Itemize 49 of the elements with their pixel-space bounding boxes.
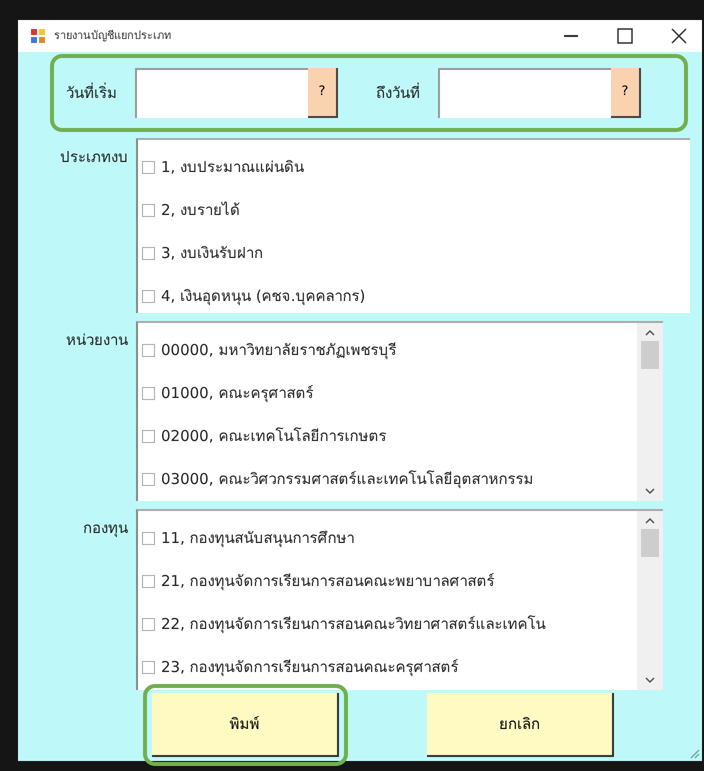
item-label: 1, งบประมาณแผ่นดิน [161, 157, 304, 178]
item-label: 00000, มหาวิทยาลัยราชภัฏเพชรบุรี [161, 340, 396, 362]
list-label: ประเภทงบ [59, 147, 129, 168]
checkbox[interactable] [142, 290, 155, 303]
list-label: หน่วยงาน [65, 330, 129, 351]
scroll-thumb[interactable] [641, 341, 659, 369]
checkbox[interactable] [142, 575, 155, 588]
date-field[interactable] [438, 68, 611, 118]
picker-button[interactable]: ? [611, 68, 641, 118]
scroll-thumb[interactable] [641, 529, 659, 557]
item-label: 21, กองทุนจัดการเรียนการสอนคณะพยาบาลศาสตร์ [161, 571, 495, 592]
item-label: 01000, คณะครุศาสตร์ [161, 383, 314, 404]
checkbox[interactable] [142, 161, 155, 174]
action-button[interactable]: ยกเลิก [427, 693, 614, 757]
checkbox[interactable] [142, 661, 155, 674]
checkbox[interactable] [142, 430, 155, 443]
item-label: 4, เงินอุดหนุน (คชจ.บุคคลากร) [161, 286, 366, 308]
checkbox[interactable] [142, 473, 155, 486]
item-label: 3, งบเงินรับฝาก [161, 243, 264, 264]
item-label: 2, งบรายได้ [161, 200, 240, 222]
item-label: 03000, คณะวิศวกรรมศาสตร์และเทคโนโลยีอุตสาหกรรม [161, 469, 534, 490]
close-icon [671, 28, 687, 44]
field-label: วันที่เริ่ม [66, 82, 117, 104]
field-label: ถึงวันที่ [376, 82, 420, 104]
item-label: 11, กองทุนสนับสนุนการศึกษา [161, 528, 355, 550]
scroll-down-icon[interactable] [645, 676, 655, 684]
minimize-icon [564, 35, 578, 37]
maximize-icon [617, 28, 633, 44]
date-field[interactable] [135, 68, 308, 118]
scroll-up-icon[interactable] [645, 329, 655, 337]
picker-button[interactable]: ? [308, 68, 338, 118]
checkbox[interactable] [142, 204, 155, 217]
item-label: 22, กองทุนจัดการเรียนการสอนคณะวิทยาศาสตร์และเทคโน [161, 614, 546, 636]
checkbox[interactable] [142, 247, 155, 260]
checkbox[interactable] [142, 618, 155, 631]
checkbox[interactable] [142, 387, 155, 400]
resize-grip-icon[interactable] [688, 747, 700, 759]
checkbox[interactable] [142, 344, 155, 357]
item-label: 02000, คณะเทคโนโลยีการเกษตร [161, 426, 386, 448]
item-label: 23, กองทุนจัดการเรียนการสอนคณะครุศาสตร์ [161, 657, 459, 678]
action-button[interactable]: พิมพ์ [152, 693, 339, 757]
app-icon [30, 28, 46, 44]
window-title: รายงานบัญชีแยกประเภท [54, 28, 172, 44]
scroll-up-icon[interactable] [645, 517, 655, 525]
list-label: กองทุน [82, 518, 129, 540]
scroll-down-icon[interactable] [645, 487, 655, 495]
checkbox[interactable] [142, 532, 155, 545]
scrollbar[interactable] [637, 323, 663, 501]
scrollbar[interactable] [637, 511, 663, 690]
